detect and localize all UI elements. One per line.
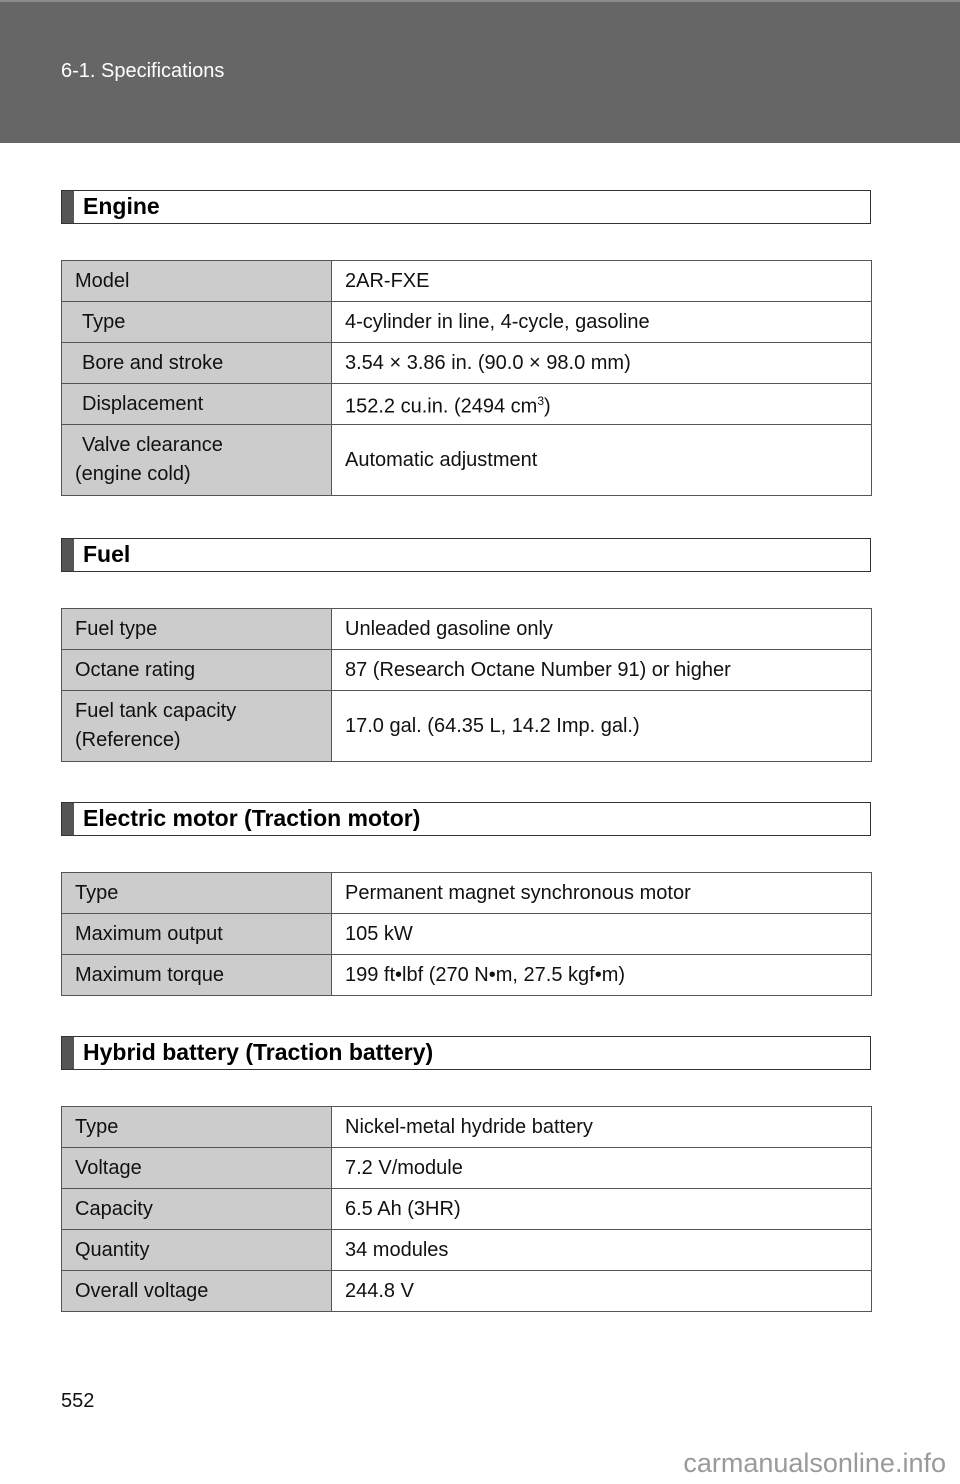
spec-value: 17.0 gal. (64.35 L, 14.2 Imp. gal.) bbox=[331, 690, 872, 762]
spec-value: 199 ft•lbf (270 N•m, 27.5 kgf•m) bbox=[331, 954, 872, 996]
spec-key: Maximum output bbox=[61, 913, 332, 955]
section-marker bbox=[62, 1037, 74, 1069]
spec-value: 152.2 cu.in. (2494 cm3) bbox=[331, 383, 872, 425]
chapter-header: 6-1. Specifications bbox=[0, 0, 960, 143]
table-row: Type Nickel-metal hydride battery bbox=[61, 1106, 872, 1148]
spec-key: Fuel type bbox=[61, 608, 332, 650]
spec-value: 2AR-FXE bbox=[331, 260, 872, 302]
key-line2: (engine cold) bbox=[75, 463, 191, 485]
section-marker bbox=[62, 191, 74, 223]
spec-key: Valve clearance (engine cold) bbox=[61, 424, 332, 496]
breadcrumb: 6-1. Specifications bbox=[61, 60, 225, 82]
table-row: Bore and stroke 3.54 × 3.86 in. (90.0 × … bbox=[61, 342, 872, 384]
table-row: Voltage 7.2 V/module bbox=[61, 1147, 872, 1189]
spec-key: Type bbox=[61, 1106, 332, 1148]
section-title-electric-motor: Electric motor (Traction motor) bbox=[61, 802, 871, 836]
spec-key: Fuel tank capacity (Reference) bbox=[61, 690, 332, 762]
spec-value: Unleaded gasoline only bbox=[331, 608, 872, 650]
table-row: Model 2AR-FXE bbox=[61, 260, 872, 302]
table-row: Fuel tank capacity (Reference) 17.0 gal. … bbox=[61, 690, 872, 762]
section-title-fuel: Fuel bbox=[61, 538, 871, 572]
table-row: Type Permanent magnet synchronous motor bbox=[61, 872, 872, 914]
table-row: Displacement 152.2 cu.in. (2494 cm3) bbox=[61, 383, 872, 425]
table-row: Fuel type Unleaded gasoline only bbox=[61, 608, 872, 650]
section-title-text: Hybrid battery (Traction battery) bbox=[83, 1039, 434, 1065]
table-row: Quantity 34 modules bbox=[61, 1229, 872, 1271]
spec-key: Model bbox=[61, 260, 332, 302]
spec-value: 87 (Research Octane Number 91) or higher bbox=[331, 649, 872, 691]
spec-value: 34 modules bbox=[331, 1229, 872, 1271]
spec-key: Octane rating bbox=[61, 649, 332, 691]
section-marker bbox=[62, 539, 74, 571]
spec-key: Overall voltage bbox=[61, 1270, 332, 1312]
spec-value: Permanent magnet synchronous motor bbox=[331, 872, 872, 914]
key-line1: Valve clearance bbox=[82, 434, 223, 456]
spec-value: Nickel-metal hydride battery bbox=[331, 1106, 872, 1148]
motor-spec-table: Type Permanent magnet synchronous motor … bbox=[61, 872, 872, 996]
battery-spec-table: Type Nickel-metal hydride battery Voltag… bbox=[61, 1106, 872, 1312]
table-row: Maximum output 105 kW bbox=[61, 913, 872, 955]
value-text-after: ) bbox=[544, 395, 551, 418]
section-title-text: Fuel bbox=[83, 541, 131, 567]
spec-value: 6.5 Ah (3HR) bbox=[331, 1188, 872, 1230]
table-row: Octane rating 87 (Research Octane Number… bbox=[61, 649, 872, 691]
table-row: Capacity 6.5 Ah (3HR) bbox=[61, 1188, 872, 1230]
section-title-engine: Engine bbox=[61, 190, 871, 224]
spec-value: Automatic adjustment bbox=[331, 424, 872, 496]
engine-spec-table: Model 2AR-FXE Type 4-cylinder in line, 4… bbox=[61, 260, 872, 496]
spec-value: 244.8 V bbox=[331, 1270, 872, 1312]
spec-key: Bore and stroke bbox=[61, 342, 332, 384]
spec-key: Type bbox=[61, 301, 332, 343]
spec-key: Type bbox=[61, 872, 332, 914]
value-text: 152.2 cu.in. (2494 cm bbox=[345, 395, 538, 418]
table-row: Overall voltage 244.8 V bbox=[61, 1270, 872, 1312]
spec-key: Voltage bbox=[61, 1147, 332, 1189]
spec-key: Capacity bbox=[61, 1188, 332, 1230]
table-row: Type 4-cylinder in line, 4-cycle, gasoli… bbox=[61, 301, 872, 343]
spec-key: Quantity bbox=[61, 1229, 332, 1271]
table-row: Maximum torque 199 ft•lbf (270 N•m, 27.5… bbox=[61, 954, 872, 996]
key-line2: (Reference) bbox=[75, 729, 181, 751]
section-title-text: Engine bbox=[83, 193, 160, 219]
page-number: 552 bbox=[61, 1390, 95, 1412]
section-title-hybrid-battery: Hybrid battery (Traction battery) bbox=[61, 1036, 871, 1070]
fuel-spec-table: Fuel type Unleaded gasoline only Octane … bbox=[61, 608, 872, 762]
section-marker bbox=[62, 803, 74, 835]
table-row: Valve clearance (engine cold) Automatic a… bbox=[61, 424, 872, 496]
spec-value: 105 kW bbox=[331, 913, 872, 955]
key-line1: Fuel tank capacity bbox=[75, 700, 237, 722]
spec-value: 3.54 × 3.86 in. (90.0 × 98.0 mm) bbox=[331, 342, 872, 384]
spec-value: 7.2 V/module bbox=[331, 1147, 872, 1189]
section-title-text: Electric motor (Traction motor) bbox=[83, 805, 421, 831]
spec-key: Displacement bbox=[61, 383, 332, 425]
spec-value: 4-cylinder in line, 4-cycle, gasoline bbox=[331, 301, 872, 343]
watermark: carmanualsonline.info bbox=[683, 1448, 946, 1478]
spec-key: Maximum torque bbox=[61, 954, 332, 996]
